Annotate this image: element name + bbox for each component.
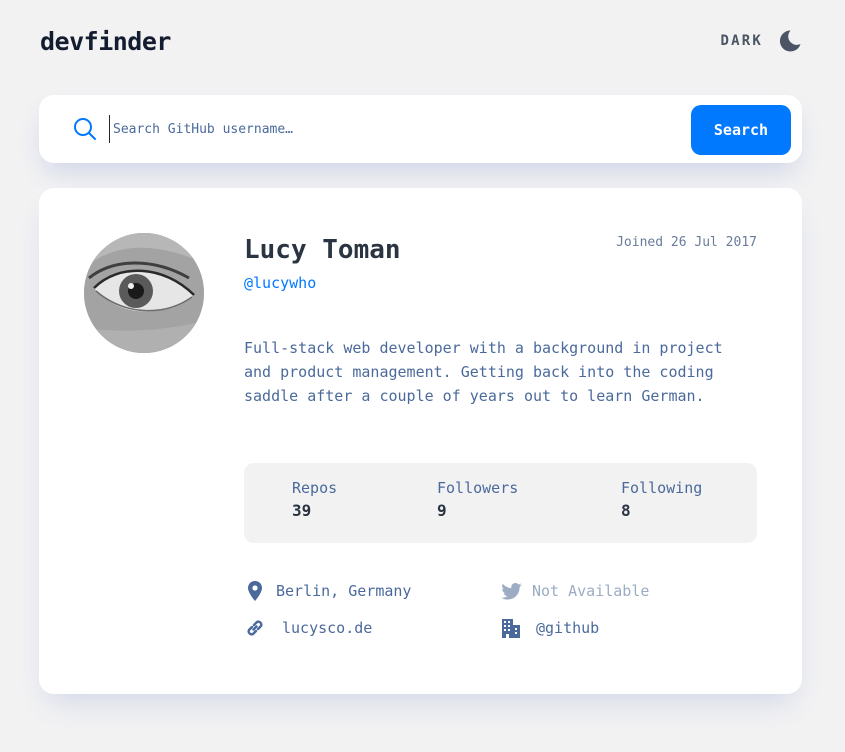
location-pin-icon — [244, 580, 266, 602]
company-item[interactable]: @github — [500, 617, 599, 639]
location-item: Berlin, Germany — [244, 580, 411, 602]
website-item[interactable]: lucysco.de — [244, 617, 372, 639]
search-input[interactable] — [109, 115, 669, 143]
moon-icon — [777, 28, 803, 54]
stat-label: Following — [621, 479, 703, 497]
link-icon — [244, 617, 266, 639]
twitter-item: Not Available — [500, 580, 649, 602]
profile-bio: Full-stack web developer with a backgrou… — [244, 339, 723, 405]
stat-repos: Repos 39 — [292, 479, 337, 520]
stats-panel: Repos 39 Followers 9 Following 8 — [244, 463, 757, 543]
company-link[interactable]: @github — [536, 619, 599, 637]
twitter-icon — [500, 580, 522, 602]
stat-following: Following 8 — [621, 479, 702, 520]
stat-value: 8 — [621, 501, 631, 520]
location-text: Berlin, Germany — [276, 582, 412, 600]
search-bar: Search — [39, 95, 802, 163]
avatar — [84, 233, 204, 353]
profile-name: Lucy Toman — [244, 235, 401, 265]
app-logo: devfinder — [40, 26, 171, 56]
stat-value: 9 — [437, 501, 447, 520]
profile-login-link[interactable]: @lucywho — [244, 274, 316, 292]
joined-date: Joined 26 Jul 2017 — [616, 235, 757, 250]
theme-toggle-label: DARK — [720, 33, 763, 49]
stat-value: 39 — [292, 501, 312, 520]
stat-label: Repos — [292, 479, 338, 497]
building-icon — [500, 617, 522, 639]
profile-card: Lucy Toman Joined 26 Jul 2017 @lucywho F… — [39, 188, 802, 694]
stat-label: Followers — [437, 479, 519, 497]
stat-followers: Followers 9 — [437, 479, 518, 520]
search-button[interactable]: Search — [691, 105, 791, 155]
app-header: devfinder DARK — [40, 24, 803, 58]
theme-toggle-button[interactable]: DARK — [720, 28, 803, 54]
website-link[interactable]: lucysco.de — [282, 619, 372, 637]
twitter-text: Not Available — [532, 582, 650, 600]
